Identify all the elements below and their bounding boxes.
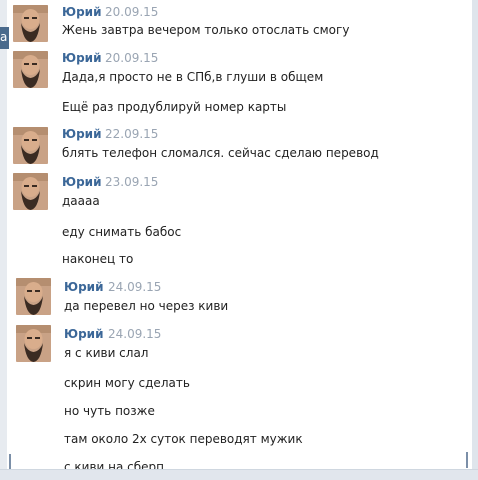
sender-name[interactable]: Юрий xyxy=(64,327,104,341)
avatar-photo-icon xyxy=(13,173,48,210)
message-text: скрин могу сделать xyxy=(64,376,190,390)
message-text: да перевел но через киви xyxy=(64,299,229,313)
chat-window: а Юрий 20.09.15 Жень завтра вечером толь… xyxy=(0,0,478,480)
scroll-handle[interactable] xyxy=(466,452,468,468)
message-date[interactable]: 24.09.15 xyxy=(108,327,161,341)
sender-name[interactable]: Юрий xyxy=(62,127,102,141)
sender-name[interactable]: Юрий xyxy=(64,280,104,294)
message-date[interactable]: 20.09.15 xyxy=(105,5,158,19)
message-text: но чуть позже xyxy=(64,404,155,418)
avatar[interactable] xyxy=(16,325,51,362)
scrollbar[interactable] xyxy=(472,0,478,480)
sender-name[interactable]: Юрий xyxy=(62,175,102,189)
message-text: там около 2х суток переводят мужик xyxy=(64,432,303,446)
message-date[interactable]: 22.09.15 xyxy=(105,127,158,141)
message-text: Жень завтра вечером только отослать смог… xyxy=(62,23,350,37)
avatar[interactable] xyxy=(13,5,48,42)
avatar[interactable] xyxy=(16,278,51,315)
message-text: наконец то xyxy=(62,252,134,266)
message-text: Дада,я просто не в СПб,в глуши в общем xyxy=(62,70,324,84)
bottom-bar xyxy=(0,469,478,480)
message-text: еду снимать бабос xyxy=(62,225,182,239)
avatar[interactable] xyxy=(13,127,48,164)
left-tab-label: а xyxy=(0,30,8,44)
message-date[interactable]: 23.09.15 xyxy=(105,175,158,189)
message-text: даааа xyxy=(62,194,100,208)
avatar[interactable] xyxy=(13,51,48,88)
avatar-photo-icon xyxy=(13,127,48,164)
sender-name[interactable]: Юрий xyxy=(62,51,102,65)
avatar-photo-icon xyxy=(16,278,51,315)
left-panel-edge xyxy=(0,0,7,480)
message-text: я с киви слал xyxy=(64,346,149,360)
avatar-photo-icon xyxy=(13,51,48,88)
message-date[interactable]: 24.09.15 xyxy=(108,280,161,294)
sender-name[interactable]: Юрий xyxy=(62,5,102,19)
message-text: блять телефон сломался. сейчас сделаю пе… xyxy=(62,146,379,160)
message-text: Ещё раз продублируй номер карты xyxy=(62,100,287,114)
avatar-photo-icon xyxy=(16,325,51,362)
avatar[interactable] xyxy=(13,173,48,210)
left-resize-handle[interactable] xyxy=(9,454,11,470)
message-date[interactable]: 20.09.15 xyxy=(105,51,158,65)
avatar-photo-icon xyxy=(13,5,48,42)
